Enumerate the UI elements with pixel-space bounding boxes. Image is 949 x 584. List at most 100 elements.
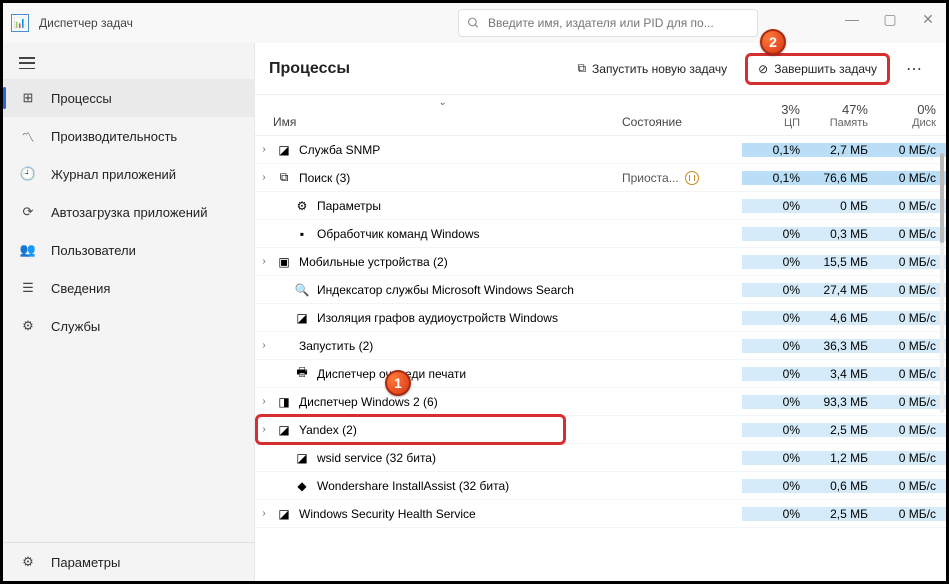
page-title: Процессы	[269, 60, 350, 78]
process-name: Запустить (2)	[299, 339, 622, 353]
col-status[interactable]: Состояние	[622, 115, 742, 129]
processes-icon: ⊞	[19, 89, 37, 107]
callout-1: 1	[385, 370, 411, 396]
cell-disk: 0 МБ/с	[878, 199, 946, 213]
cell-cpu: 0%	[742, 507, 810, 521]
expand-chevron-icon[interactable]: ›	[255, 172, 273, 183]
cell-cpu: 0%	[742, 283, 810, 297]
col-name[interactable]: ⌄ Имя	[255, 95, 622, 129]
sidebar: ⊞ Процессы 〽 Производительность 🕘 Журнал…	[3, 43, 255, 581]
expand-chevron-icon[interactable]: ›	[255, 340, 273, 351]
process-icon: ◪	[293, 309, 311, 327]
more-button[interactable]: ⋯	[898, 55, 932, 83]
nav-startup[interactable]: ⟳ Автозагрузка приложений	[3, 193, 254, 231]
cell-mem: 3,4 МБ	[810, 367, 878, 381]
process-name: Мобильные устройства (2)	[299, 255, 622, 269]
process-row[interactable]: ›◪Windows Security Health Service0%2,5 М…	[255, 500, 946, 528]
process-row[interactable]: ›▣Мобильные устройства (2)0%15,5 МБ0 МБ/…	[255, 248, 946, 276]
search-box[interactable]	[458, 9, 758, 37]
close-button[interactable]: ✕	[918, 11, 938, 28]
process-icon: 🔍	[293, 281, 311, 299]
process-row[interactable]: ›◨Диспетчер Windows 2 (6)0%93,3 МБ0 МБ/с…	[255, 388, 946, 416]
process-name: Изоляция графов аудиоустройств Windows	[317, 311, 622, 325]
nav-label: Пользователи	[51, 243, 136, 258]
process-name: Служба SNMP	[299, 143, 622, 157]
process-name: Индексатор службы Microsoft Windows Sear…	[317, 283, 622, 297]
expand-chevron-icon[interactable]: ›	[255, 396, 273, 407]
process-row[interactable]: ›⧉Поиск (3)Приоста...0,1%76,6 МБ0 МБ/с	[255, 164, 946, 192]
nav-details[interactable]: ☰ Сведения	[3, 269, 254, 307]
process-row[interactable]: 🔍 Индексатор службы Microsoft Windows Sea…	[255, 276, 946, 304]
cell-mem: 1,2 МБ	[810, 451, 878, 465]
process-icon: 🖶	[293, 365, 311, 383]
nav-label: Автозагрузка приложений	[51, 205, 207, 220]
process-list: ›◪Служба SNMP0,1%2,7 МБ0 МБ/с›⧉Поиск (3)…	[255, 136, 946, 528]
expand-chevron-icon[interactable]: ›	[255, 144, 273, 155]
cell-cpu: 0%	[742, 227, 810, 241]
process-status: Приоста...	[622, 171, 742, 185]
process-icon: ▣	[275, 253, 293, 271]
nav-performance[interactable]: 〽 Производительность	[3, 117, 254, 155]
expand-chevron-icon[interactable]: ›	[255, 424, 273, 435]
run-new-task-button[interactable]: ⧉ Запустить новую задачу	[567, 55, 737, 82]
cell-disk: 0 МБ/с	[878, 339, 946, 353]
cell-mem: 4,6 МБ	[810, 311, 878, 325]
scrollbar-thumb[interactable]	[940, 153, 944, 243]
cell-disk: 0 МБ/с	[878, 143, 946, 157]
cell-disk: 0 МБ/с	[878, 395, 946, 409]
expand-chevron-icon[interactable]: ›	[255, 508, 273, 519]
end-task-button[interactable]: ⊘ Завершить задачу	[745, 53, 890, 85]
nav-label: Процессы	[51, 91, 112, 106]
nav-label: Журнал приложений	[51, 167, 176, 182]
btn-label: Завершить задачу	[774, 62, 877, 76]
process-icon: ◪	[275, 505, 293, 523]
process-row[interactable]: ⚙Параметры0%0 МБ0 МБ/с	[255, 192, 946, 220]
cell-disk: 0 МБ/с	[878, 507, 946, 521]
startup-icon: ⟳	[19, 203, 37, 221]
cell-disk: 0 МБ/с	[878, 283, 946, 297]
process-row[interactable]: ▪Обработчик команд Windows0%0,3 МБ0 МБ/с	[255, 220, 946, 248]
hamburger-button[interactable]	[3, 47, 254, 79]
btn-label: Запустить новую задачу	[592, 62, 727, 76]
cell-disk: 0 МБ/с	[878, 479, 946, 493]
col-disk[interactable]: 0% Диск	[878, 102, 946, 129]
cell-disk: 0 МБ/с	[878, 367, 946, 381]
search-input[interactable]	[488, 16, 749, 30]
app-icon: 📊	[11, 14, 29, 32]
nav-settings[interactable]: ⚙ Параметры	[3, 542, 254, 581]
nav-users[interactable]: 👥 Пользователи	[3, 231, 254, 269]
process-row[interactable]: ◪wsid service (32 бита)0%1,2 МБ0 МБ/с	[255, 444, 946, 472]
process-name: Параметры	[317, 199, 622, 213]
users-icon: 👥	[19, 241, 37, 259]
expand-chevron-icon[interactable]: ›	[255, 256, 273, 267]
process-icon: ◪	[293, 449, 311, 467]
col-cpu[interactable]: 3% ЦП	[742, 102, 810, 129]
process-row[interactable]: ›Запустить (2)0%36,3 МБ0 МБ/с	[255, 332, 946, 360]
nav-history[interactable]: 🕘 Журнал приложений	[3, 155, 254, 193]
col-memory[interactable]: 47% Память	[810, 102, 878, 129]
nav-services[interactable]: ⚙ Службы	[3, 307, 254, 345]
process-icon: ⧉	[275, 169, 293, 187]
minimize-button[interactable]: —	[842, 11, 862, 28]
process-name: Диспетчер очереди печати	[317, 367, 622, 381]
process-row[interactable]: ›◪Служба SNMP0,1%2,7 МБ0 МБ/с	[255, 136, 946, 164]
app-title: Диспетчер задач	[39, 16, 133, 30]
cell-disk: 0 МБ/с	[878, 451, 946, 465]
process-row[interactable]: 🖶Диспетчер очереди печати0%3,4 МБ0 МБ/с	[255, 360, 946, 388]
cell-mem: 36,3 МБ	[810, 339, 878, 353]
process-row[interactable]: ◪ Изоляция графов аудиоустройств Windows 0…	[255, 304, 946, 332]
stop-icon: ⊘	[758, 62, 768, 76]
process-row[interactable]: ›◪Yandex (2)0%2,5 МБ0 МБ/с	[255, 416, 946, 444]
nav-label: Параметры	[51, 555, 120, 570]
nav-processes[interactable]: ⊞ Процессы	[3, 79, 254, 117]
process-icon: ⚙	[293, 197, 311, 215]
cell-cpu: 0%	[742, 311, 810, 325]
process-name: Диспетчер Windows 2 (6)	[299, 395, 622, 409]
nav-label: Сведения	[51, 281, 110, 296]
services-icon: ⚙	[19, 317, 37, 335]
process-name: wsid service (32 бита)	[317, 451, 622, 465]
cell-disk: 0 МБ/с	[878, 171, 946, 185]
cell-mem: 0 МБ	[810, 199, 878, 213]
maximize-button[interactable]: ▢	[880, 11, 900, 28]
process-row[interactable]: ◆Wondershare InstallAssist (32 бита)0%0,…	[255, 472, 946, 500]
